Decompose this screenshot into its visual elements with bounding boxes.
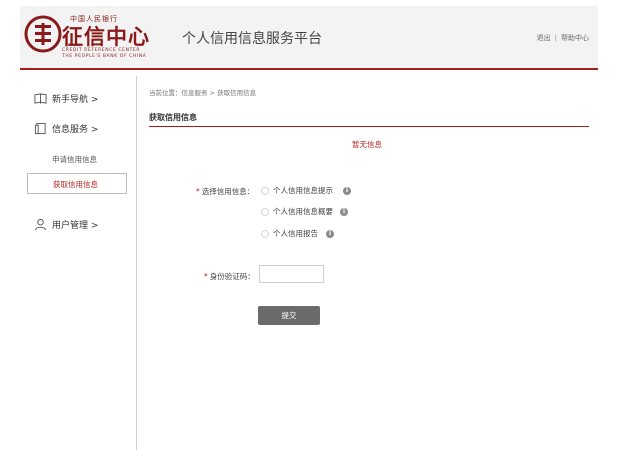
logo-english-line2: THE PEOPLE'S BANK OF CHINA — [62, 54, 147, 59]
title-divider — [149, 126, 589, 127]
sidebar-divider — [136, 76, 137, 450]
info-icon[interactable]: i — [340, 207, 348, 216]
select-credit-label-text: 选择信用信息： — [201, 187, 255, 196]
sidebar-info-service-label: 信息服务 > — [52, 125, 99, 135]
radio-credit-hint[interactable] — [261, 186, 269, 195]
option-credit-summary[interactable]: 个人信用信息概要 i — [261, 206, 348, 217]
radio-credit-summary[interactable] — [261, 207, 269, 216]
info-icon[interactable]: i — [343, 186, 351, 195]
sidebar-item-guide[interactable]: 新手导航 > — [34, 92, 98, 105]
page-title: 获取信用信息 — [149, 113, 197, 122]
platform-title: 个人信用信息服务平台 — [182, 31, 322, 47]
notice-message: 暂无信息 — [352, 140, 382, 149]
breadcrumb: 当前位置：信息服务 > 获取信用信息 — [149, 89, 257, 97]
verification-code-label: * 身份验证码： — [204, 271, 255, 282]
logout-link[interactable]: 退出 — [537, 34, 551, 42]
sidebar-item-info-service[interactable]: 信息服务 > — [34, 122, 98, 135]
sidebar-guide-label: 新手导航 > — [52, 95, 99, 105]
help-center-link[interactable]: 帮助中心 — [561, 34, 589, 42]
logo-title: 征信中心 — [62, 24, 150, 49]
link-separator: | — [554, 34, 557, 42]
option-credit-hint-label: 个人信用信息提示 — [273, 186, 333, 195]
required-mark: * — [204, 272, 208, 281]
header-bar: 中国人民银行 征信中心 CREDIT REFERENCE CENTER THE … — [20, 6, 598, 70]
select-credit-label: * 选择信用信息： — [196, 186, 254, 197]
submit-button[interactable]: 提交 — [258, 306, 320, 325]
info-icon[interactable]: i — [326, 229, 334, 238]
sidebar-user-management-label: 用户管理 > — [52, 221, 99, 231]
sidebar-item-user-management[interactable]: 用户管理 > — [34, 218, 98, 231]
option-credit-report-label: 个人信用报告 — [273, 229, 318, 238]
book-icon — [34, 93, 47, 105]
verification-code-label-text: 身份验证码： — [209, 272, 255, 281]
required-mark: * — [196, 187, 200, 196]
radio-credit-report[interactable] — [261, 229, 269, 238]
credit-center-logo-icon — [24, 15, 62, 53]
top-links: 退出 | 帮助中心 — [537, 33, 589, 43]
verification-code-input[interactable] — [259, 265, 324, 283]
document-icon — [34, 122, 46, 135]
option-credit-summary-label: 个人信用信息概要 — [273, 207, 333, 216]
option-credit-hint[interactable]: 个人信用信息提示 i — [261, 185, 351, 196]
sidebar-item-apply-credit[interactable]: 申请信用信息 — [52, 154, 97, 165]
logo-english-line1: CREDIT REFERENCE CENTER — [62, 48, 141, 53]
sidebar-item-get-credit[interactable]: 获取信用信息 — [27, 173, 127, 194]
user-icon — [34, 218, 47, 231]
option-credit-report[interactable]: 个人信用报告 i — [261, 228, 334, 239]
